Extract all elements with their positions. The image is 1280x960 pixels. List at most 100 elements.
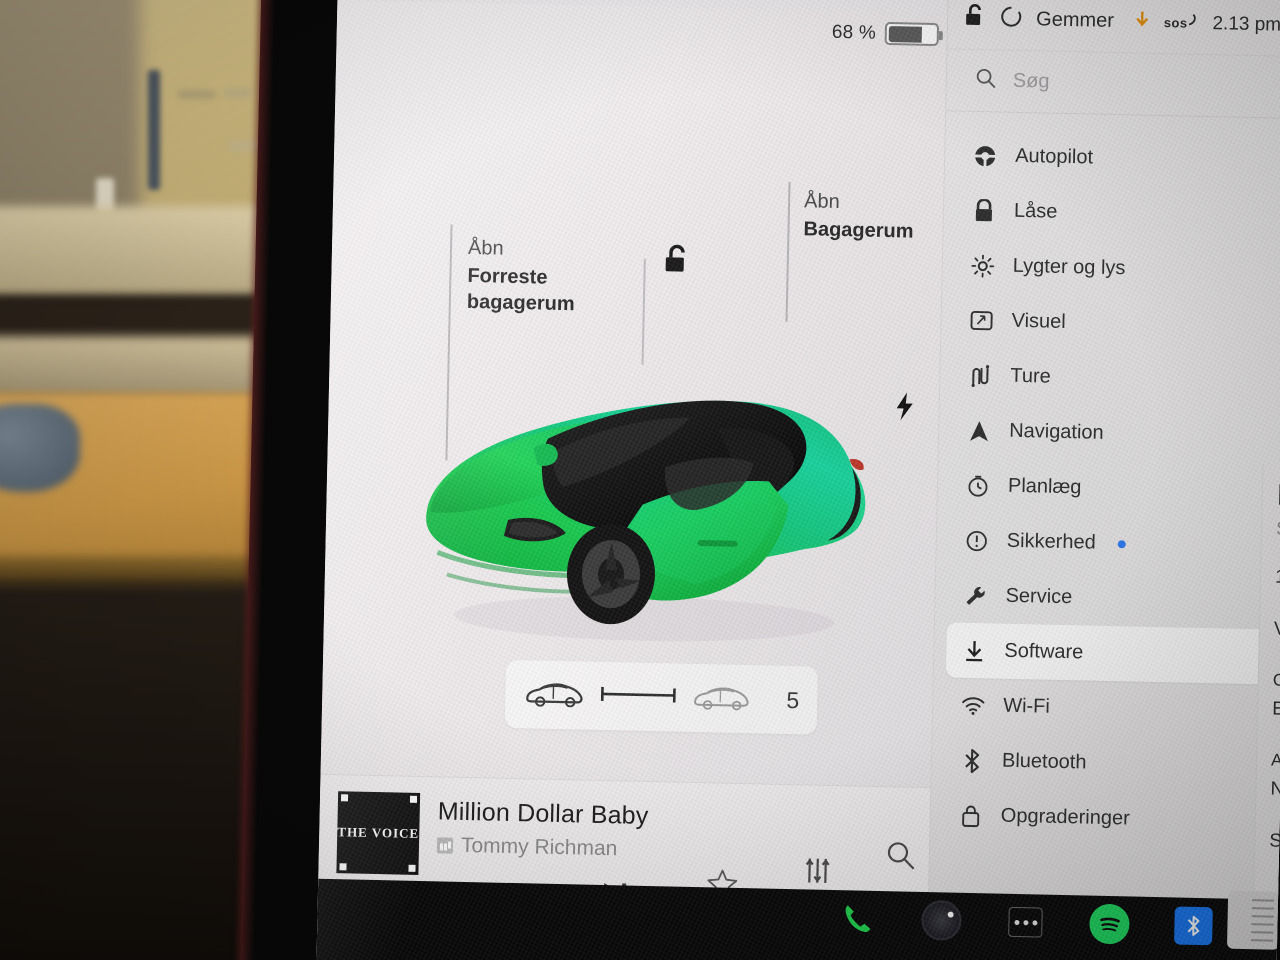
sidebar-item-label: Lygter og lys <box>1012 254 1126 280</box>
sidebar-item-label: Planlæg <box>1007 474 1082 499</box>
clock-label: 2.13 pm <box>1212 12 1280 36</box>
sos-indicator[interactable]: sos <box>1164 13 1199 34</box>
peek-line-4: VI <box>1273 618 1280 640</box>
sidebar-item-label: Autopilot <box>1014 144 1094 169</box>
sidebar-item-lygter-og-lys[interactable]: Lygter og lys <box>942 237 1280 300</box>
settings-menu: Autopilot Låse Lygter og lys Visuel Ture Navi… <box>930 111 1280 849</box>
phone-icon[interactable] <box>837 898 878 939</box>
sidebar-item-planl-g[interactable]: Planlæg <box>937 457 1280 520</box>
peek-line-5: C <box>1272 670 1280 690</box>
battery-status: 68 % <box>831 21 940 47</box>
follow-distance-card[interactable]: 5 <box>504 659 819 735</box>
settings-sidebar: Gemmer sos 2.13 pm Søg Autopilot Låse Ly… <box>926 0 1280 960</box>
vehicle-3d-model[interactable] <box>393 321 920 672</box>
sidebar-item-label: Visuel <box>1011 309 1066 333</box>
background-tool <box>148 70 160 190</box>
spinner-icon <box>1000 5 1023 32</box>
tesla-touchscreen[interactable]: 68 % Åbn Forreste bagagerum Åbn Bagagerum <box>316 0 1280 960</box>
display-icon <box>969 308 994 333</box>
photo-of-tesla-touchscreen: 68 % Åbn Forreste bagagerum Åbn Bagagerum <box>0 0 1280 960</box>
safety-alert-icon <box>965 528 990 553</box>
peek-subheading: S T <box>1275 518 1280 541</box>
background-wall-shadow <box>0 0 140 230</box>
sidebar-item-opgraderinger[interactable]: Opgraderinger <box>930 787 1280 850</box>
car-side-outline-icon <box>691 681 752 715</box>
sidebar-item-label: Service <box>1005 584 1073 609</box>
sidebar-item-bluetooth[interactable]: Bluetooth <box>931 732 1280 795</box>
trunk-callout-body: Bagagerum <box>803 218 914 243</box>
open-padlock-icon[interactable] <box>661 243 692 281</box>
peek-line-7: A <box>1270 750 1280 770</box>
spotify-icon[interactable] <box>1089 903 1130 945</box>
track-title: Million Dollar Baby <box>437 797 649 830</box>
peek-line-3: 10 <box>1274 566 1280 589</box>
search-icon[interactable] <box>885 839 918 872</box>
track-artist: Tommy Richman <box>460 833 618 861</box>
background-tool <box>178 90 216 99</box>
trunk-callout-lead: Åbn <box>803 190 840 213</box>
peek-line-9: S <box>1269 830 1280 852</box>
sidebar-item-l-se[interactable]: Låse <box>943 182 1280 245</box>
status-badge <box>1117 539 1126 548</box>
camera-icon[interactable] <box>921 899 962 941</box>
sidebar-item-ture[interactable]: Ture <box>940 347 1280 410</box>
search-icon <box>975 67 998 94</box>
lightning-bolt-icon[interactable] <box>893 392 916 425</box>
background-tool <box>224 88 252 98</box>
peek-line-8: N <box>1270 778 1280 800</box>
battery-percent-label: 68 % <box>831 21 877 44</box>
download-icon <box>962 638 987 663</box>
sidebar-item-label: Bluetooth <box>1001 749 1087 774</box>
callout-leader-line <box>785 181 791 322</box>
sidebar-item-label: Opgraderinger <box>1000 804 1130 830</box>
sidebar-item-label: Wi-Fi <box>1002 694 1051 718</box>
search-placeholder: Søg <box>1012 69 1050 93</box>
sidebar-item-service[interactable]: Service <box>935 567 1280 630</box>
vehicle-panel: 68 % Åbn Forreste bagagerum Åbn Bagagerum <box>319 0 948 814</box>
sidebar-item-label: Låse <box>1013 199 1058 223</box>
follow-distance-value: 5 <box>786 686 800 713</box>
track-artist-row: Tommy Richman <box>436 833 648 862</box>
background-shelf <box>0 206 290 298</box>
bluetooth-icon <box>960 748 985 773</box>
peek-line-6: E <box>1271 698 1280 720</box>
battery-icon <box>884 21 940 47</box>
album-artwork-text: THE VOICE <box>337 824 420 841</box>
sidebar-item-wi-fi[interactable]: Wi-Fi <box>933 677 1280 740</box>
spotify-source-icon <box>436 837 454 854</box>
bag-upgrade-icon <box>959 803 984 828</box>
sidebar-item-label: Ture <box>1010 364 1052 388</box>
sidebar-item-label: Software <box>1004 639 1084 664</box>
bluetooth-icon[interactable] <box>1173 905 1214 946</box>
sidebar-item-label: Sikkerhed <box>1006 529 1096 554</box>
frunk-callout-lead: Åbn <box>467 236 504 260</box>
navigation-arrow-icon <box>967 418 992 443</box>
sun-lights-icon <box>971 253 996 278</box>
sidebar-status-bar: Gemmer sos 2.13 pm <box>947 0 1280 57</box>
schedule-clock-icon <box>966 473 991 498</box>
sidebar-item-autopilot[interactable]: Autopilot <box>945 127 1280 190</box>
download-arrow-icon <box>1134 9 1151 34</box>
trips-icon <box>968 363 993 388</box>
car-side-icon <box>523 678 586 712</box>
sliders-icon[interactable] <box>802 855 833 886</box>
wrench-icon <box>963 583 988 608</box>
sidebar-item-visuel[interactable]: Visuel <box>941 292 1280 355</box>
wifi-icon <box>961 693 986 718</box>
sidebar-item-label: Navigation <box>1008 419 1104 444</box>
frunk-callout-body: Forreste bagagerum <box>466 264 575 316</box>
peek-heading: M <box>1276 478 1280 513</box>
search-field[interactable]: Søg <box>946 49 1280 119</box>
sidebar-item-software[interactable]: Software <box>945 622 1270 685</box>
more-apps-icon[interactable] <box>1005 902 1046 943</box>
volume-panel-peek[interactable] <box>1226 890 1280 950</box>
steering-wheel-icon <box>973 143 998 168</box>
sidebar-item-sikkerhed[interactable]: Sikkerhed <box>936 512 1280 575</box>
background-shelf <box>0 336 270 398</box>
sidebar-title: Gemmer <box>1035 8 1115 32</box>
lock-icon <box>972 198 997 223</box>
sidebar-item-navigation[interactable]: Navigation <box>939 402 1280 465</box>
distance-bar-icon <box>599 684 677 709</box>
unlock-icon[interactable] <box>964 4 987 33</box>
album-artwork[interactable]: THE VOICE <box>336 791 421 875</box>
